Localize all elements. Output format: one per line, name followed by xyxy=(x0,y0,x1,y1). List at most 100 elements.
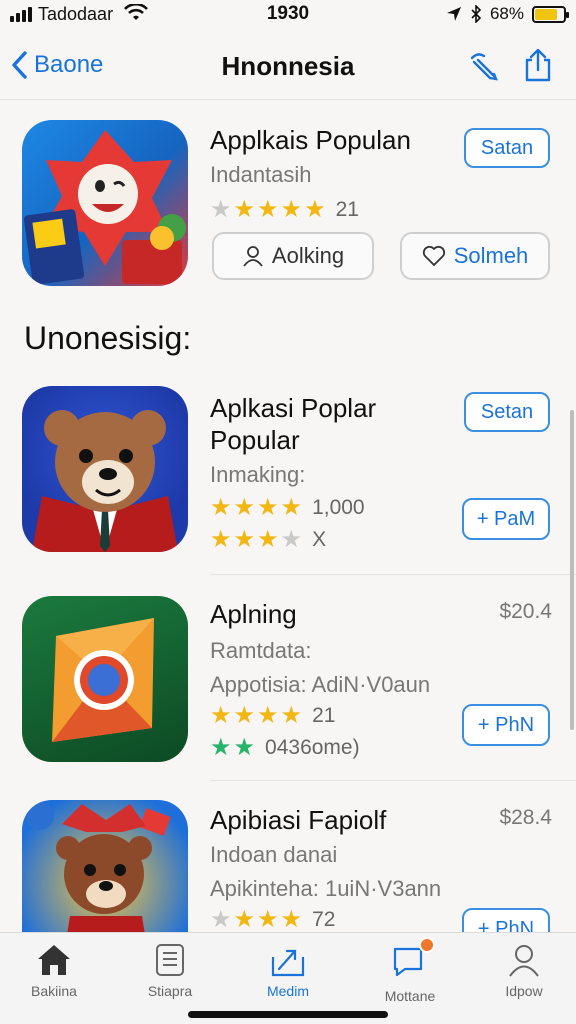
star-half-icon: ★ xyxy=(280,526,303,553)
featured-app[interactable]: Applkais Populan Indantasih ★ ★ ★ ★ ★ 21… xyxy=(0,118,576,298)
tab-messages[interactable]: Mottane xyxy=(362,937,458,1004)
get-button-label: + PhN xyxy=(477,917,535,933)
person-icon xyxy=(243,246,263,267)
list-item[interactable]: Aplning Ramtdata: Appotisia: AdiN·V0aun … xyxy=(0,594,576,778)
divider xyxy=(210,574,576,575)
heart-icon xyxy=(422,245,445,266)
app-icon-chrome xyxy=(22,596,188,762)
app-subtitle: Inmaking: xyxy=(210,462,306,487)
star-green-icon: ★ xyxy=(233,734,256,761)
tab-label: Bakiina xyxy=(31,983,77,999)
carrier-label: Tadodaar xyxy=(38,4,114,24)
app-name: Apibiasi Fapiolf xyxy=(210,805,387,835)
star-icon: ★ xyxy=(233,906,256,932)
wishlist-label: Solmeh xyxy=(453,243,529,268)
star-green-icon: ★ xyxy=(210,734,232,761)
secondary-count: X xyxy=(312,528,327,551)
app-name: Applkais Populan xyxy=(210,125,411,155)
app-subtitle: Indoan danai xyxy=(210,842,338,867)
star-icon: ★ xyxy=(257,196,279,223)
share-icon[interactable] xyxy=(520,48,556,84)
app-subtitle: Ramtdata: xyxy=(210,638,312,663)
signal-icon xyxy=(10,7,32,22)
app-icon-featured xyxy=(22,120,188,286)
app-category: Appotisia: AdiN·V0aun xyxy=(210,672,431,697)
chevron-left-icon xyxy=(12,51,27,79)
tab-home[interactable]: Bakiina xyxy=(6,943,102,999)
secondary-rating: ★ ★ 0436ome) xyxy=(210,736,360,760)
app-name: Aplning xyxy=(210,599,297,629)
star-icon: ★ xyxy=(280,196,303,223)
rating-count: 21 xyxy=(335,198,359,221)
app-subtitle: Indantasih xyxy=(210,162,312,187)
star-icon: ★ xyxy=(257,494,279,521)
get-button[interactable]: + PhN xyxy=(462,704,550,746)
tab-bar: Bakiina Stiapra Medim Mottane Idpow xyxy=(0,932,576,1024)
rating: ★ ★ ★ ★ 1,000 xyxy=(210,496,365,520)
tab-label: Stiapra xyxy=(147,983,193,999)
star-icon: ★ xyxy=(257,526,279,553)
divider xyxy=(210,780,576,781)
star-icon: ★ xyxy=(304,196,326,223)
get-button[interactable]: + PaM xyxy=(462,498,550,540)
wifi-icon xyxy=(124,4,148,20)
star-empty-icon: ★ xyxy=(210,906,232,932)
rating: ★ ★ ★ ★ 21 xyxy=(210,704,335,728)
list-item[interactable]: Aplkasi Poplar Popular Inmaking: ★ ★ ★ ★… xyxy=(0,384,576,574)
tab-media[interactable]: Medim xyxy=(240,943,336,999)
wishlist-button[interactable]: Solmeh xyxy=(400,232,550,280)
location-icon xyxy=(446,7,461,21)
app-name: Aplkasi Poplar xyxy=(210,393,377,423)
secondary-rating: ★ ★ ★ ★ X xyxy=(210,528,326,552)
rating-count: 21 xyxy=(312,704,336,727)
home-icon xyxy=(38,945,70,975)
open-button-label: Setan xyxy=(480,400,534,423)
rating: ★ ★ ★ ★ 72 xyxy=(210,908,335,932)
open-button[interactable]: Setan xyxy=(464,392,550,432)
edit-icon[interactable] xyxy=(466,48,502,84)
tab-list[interactable]: Stiapra xyxy=(122,943,218,999)
app-price: $28.4 xyxy=(499,806,552,829)
rating: ★ ★ ★ ★ ★ 21 xyxy=(210,198,359,222)
rating-count: 72 xyxy=(312,908,336,931)
ranking-label: Aolking xyxy=(271,243,345,268)
star-icon: ★ xyxy=(210,526,232,553)
star-icon: ★ xyxy=(280,906,303,932)
home-indicator xyxy=(188,1011,388,1018)
notification-badge-icon xyxy=(419,937,435,953)
messages-icon-wrap xyxy=(391,937,435,982)
tab-label: Mottane xyxy=(384,988,436,1004)
list-item[interactable]: Apibiasi Fapiolf Indoan danai Apikinteha… xyxy=(0,800,576,932)
get-button-label: + PaM xyxy=(476,507,536,530)
secondary-count: 0436ome) xyxy=(265,736,360,759)
list-icon xyxy=(156,944,184,976)
battery-percent: 68% xyxy=(489,4,524,23)
app-category: Apikinteha: 1uiN·V3ann xyxy=(210,876,442,901)
star-icon: ★ xyxy=(280,702,303,729)
navigation-bar: Baone Hnonnesia xyxy=(0,36,576,100)
bluetooth-icon xyxy=(471,5,482,23)
star-icon: ★ xyxy=(280,494,303,521)
star-icon: ★ xyxy=(210,702,232,729)
open-button[interactable]: Satan xyxy=(464,128,550,168)
tab-label: Idpow xyxy=(505,983,543,999)
back-label: Baone xyxy=(34,51,104,78)
get-button-label: + PhN xyxy=(477,713,535,736)
star-icon: ★ xyxy=(233,494,256,521)
star-icon: ★ xyxy=(257,906,279,932)
ranking-button[interactable]: Aolking xyxy=(212,232,374,280)
star-empty-icon: ★ xyxy=(210,196,232,223)
scrollbar[interactable] xyxy=(570,410,574,730)
app-name-line2: Popular xyxy=(210,425,300,455)
open-button-label: Satan xyxy=(480,136,534,159)
rating-count: 1,000 xyxy=(312,496,365,519)
star-icon: ★ xyxy=(233,526,256,553)
star-icon: ★ xyxy=(257,702,279,729)
star-icon: ★ xyxy=(210,494,232,521)
tab-profile[interactable]: Idpow xyxy=(476,943,572,999)
status-bar: Tadodaar 1930 68% xyxy=(0,0,576,30)
get-button[interactable]: + PhN xyxy=(462,908,550,932)
back-button[interactable]: Baone xyxy=(10,50,103,80)
upload-icon xyxy=(271,949,305,977)
battery-icon xyxy=(532,5,569,23)
